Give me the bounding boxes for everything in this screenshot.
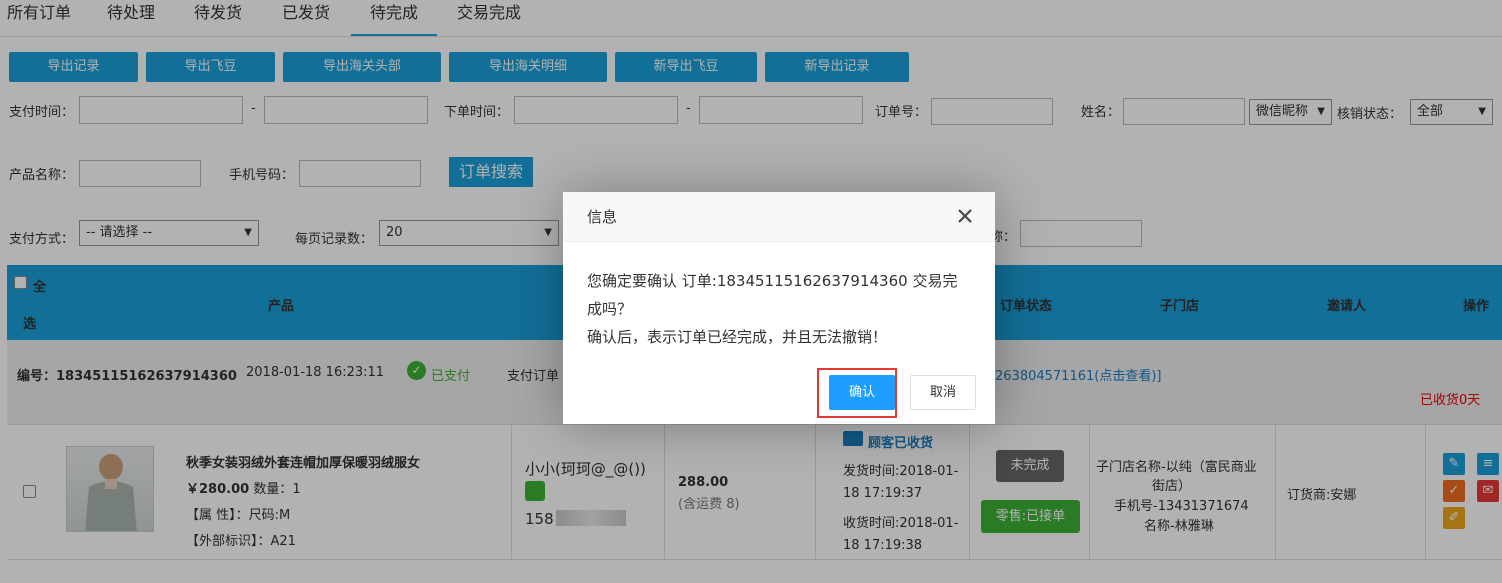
close-icon[interactable] <box>955 206 975 226</box>
confirm-dialog: 信息 您确定要确认 订单:18345115162637914360 交易完 成吗… <box>563 192 995 424</box>
dialog-line-1: 您确定要确认 订单:18345115162637914360 交易完 <box>587 272 958 290</box>
order-page: 所有订单 待处理 待发货 已发货 待完成 交易完成 导出记录 导出飞豆 导出海关… <box>0 0 1502 583</box>
cancel-button[interactable]: 取消 <box>910 375 976 410</box>
dialog-message: 您确定要确认 订单:18345115162637914360 交易完 成吗？ 确… <box>587 267 982 351</box>
dialog-title: 信息 <box>587 208 618 226</box>
dialog-line-3: 确认后，表示订单已经完成，并且无法撤销！ <box>587 328 888 346</box>
dialog-header: 信息 <box>563 192 995 242</box>
dialog-line-2: 成吗？ <box>587 300 633 318</box>
confirm-button[interactable]: 确认 <box>829 375 895 410</box>
